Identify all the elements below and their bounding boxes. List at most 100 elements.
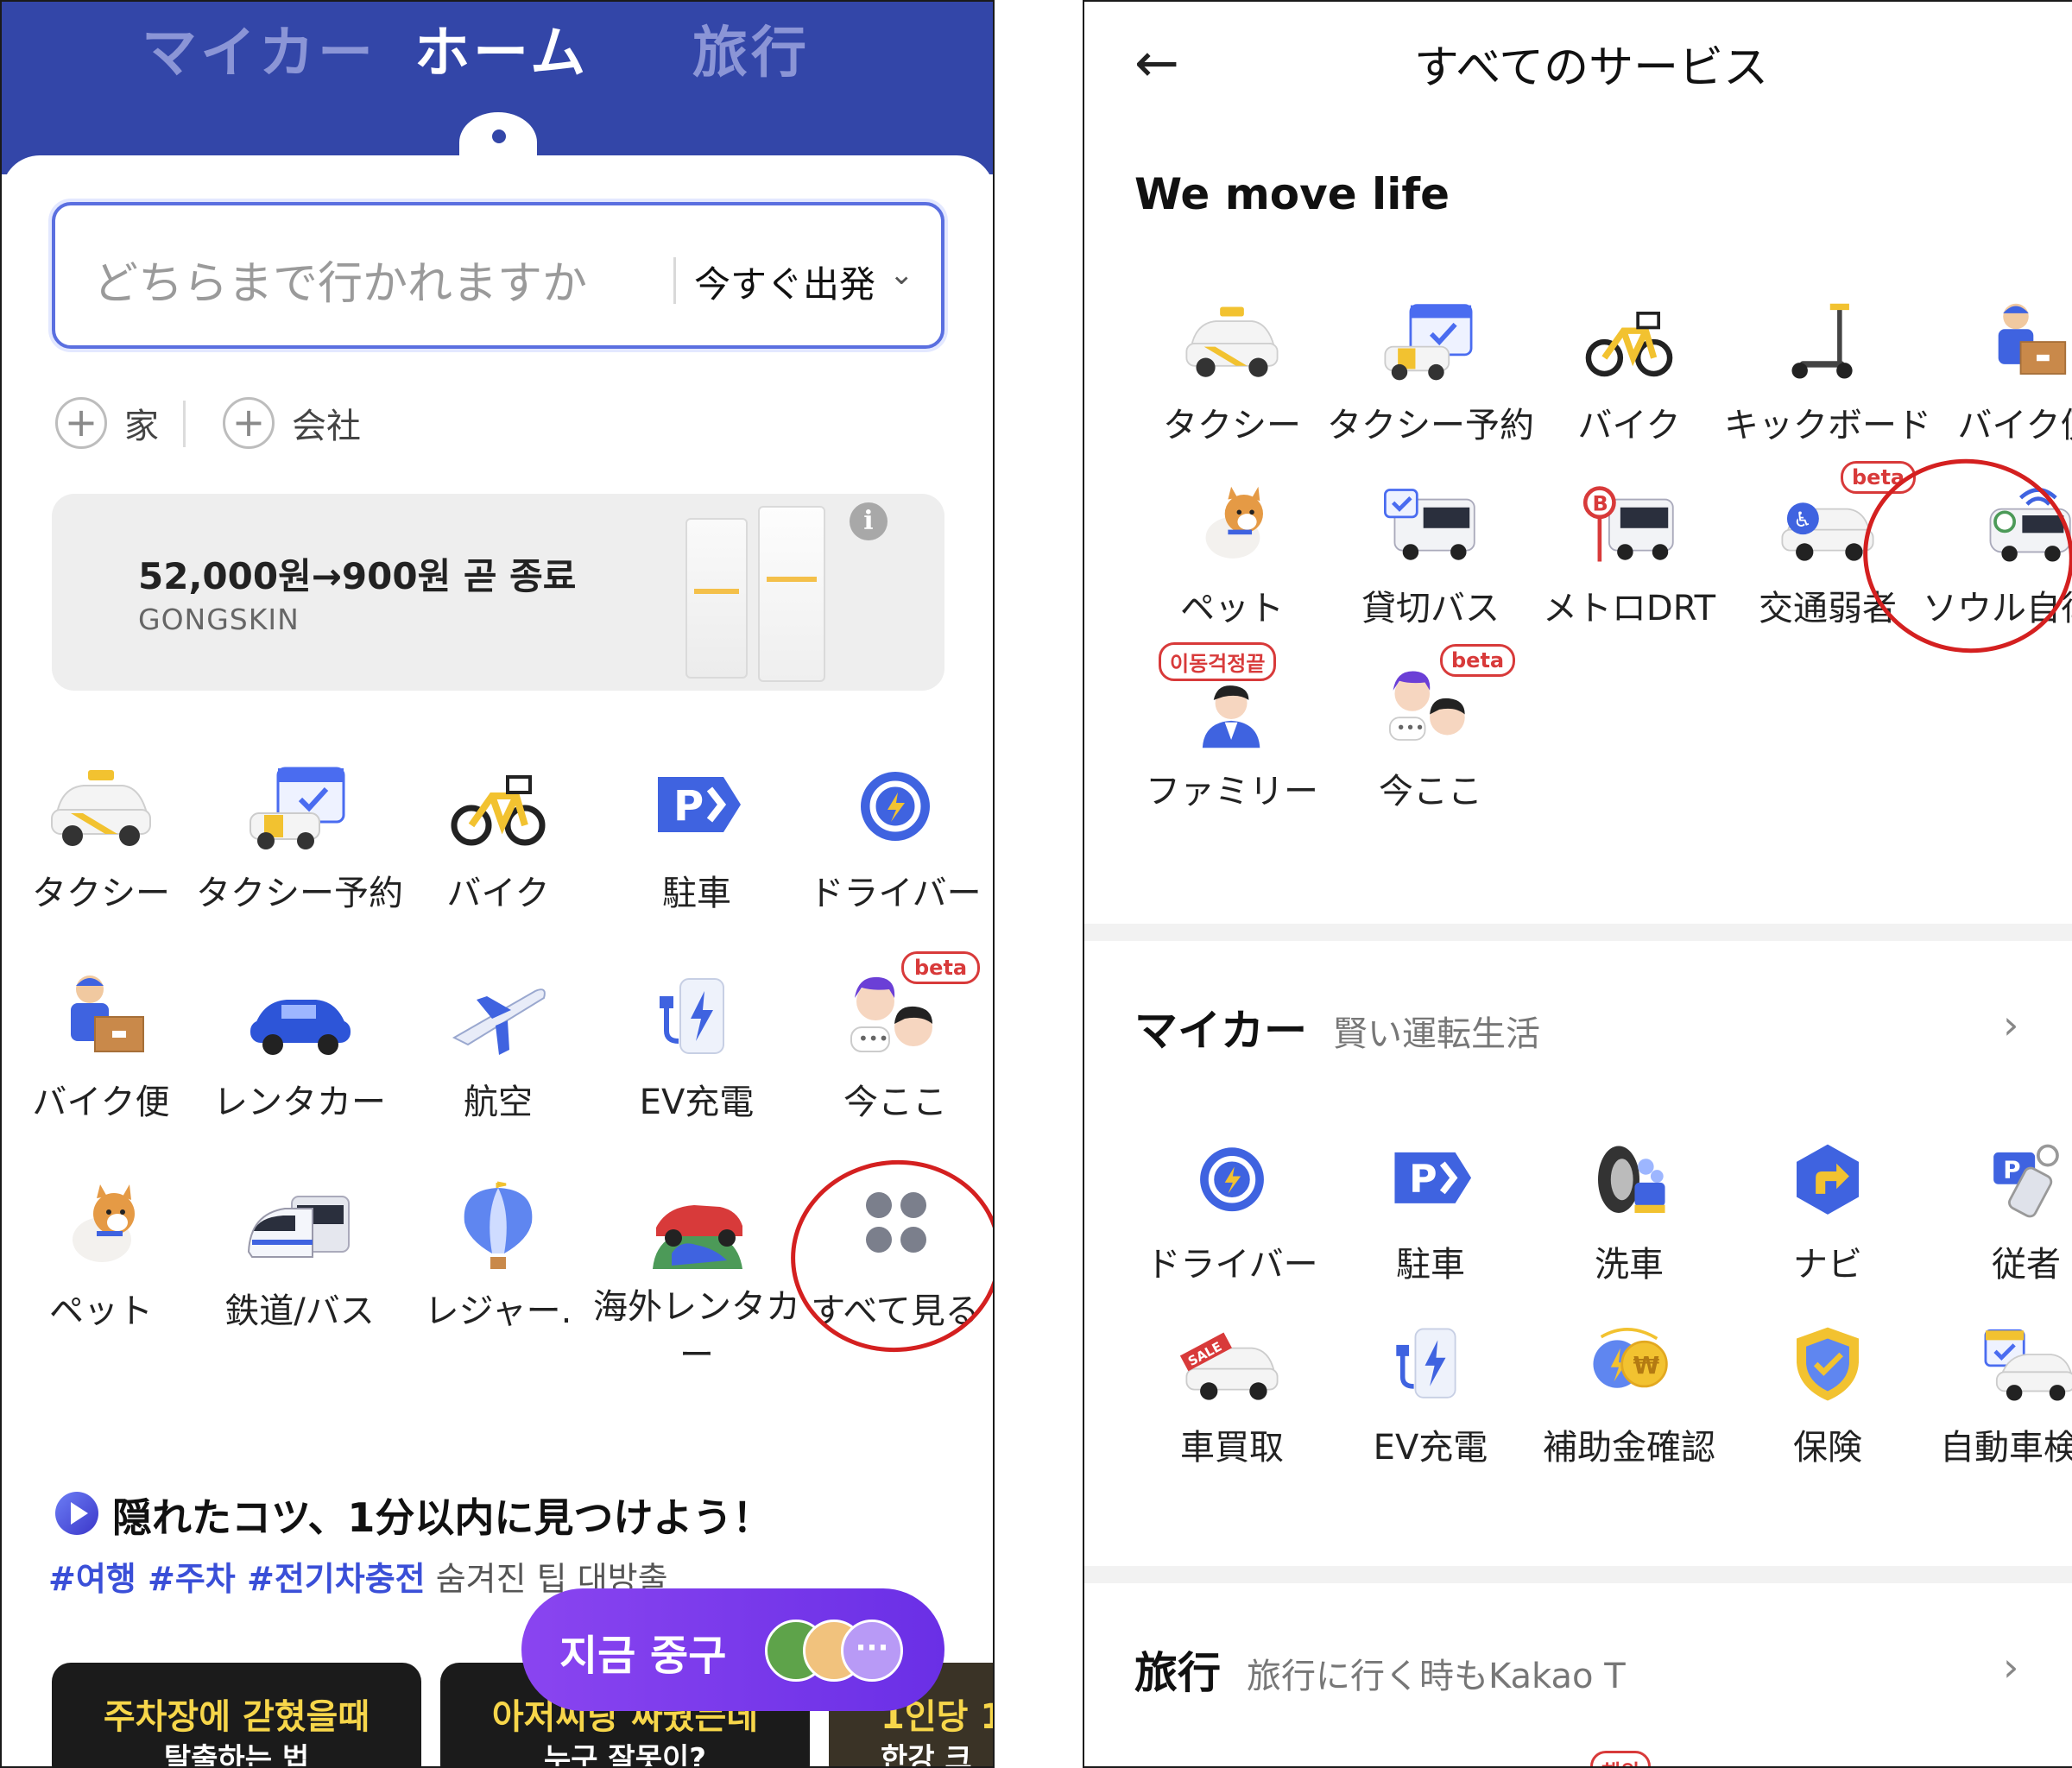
mycar-car-inspection[interactable]: 自動車検査 (1927, 1317, 2072, 1490)
beta-badge: beta (1440, 644, 1516, 677)
service-label: バイク便 (1957, 406, 2072, 445)
service-taxi[interactable]: タクシー (1133, 295, 1331, 468)
taxi-reservation-icon (250, 767, 345, 849)
overseas-badge: 해외 (1590, 1751, 1652, 1766)
service-charter-bus[interactable]: 貸切バス (1331, 478, 1530, 651)
fab-label: 지금 중구 (559, 1632, 727, 1680)
svg-text:P: P (2003, 1155, 2020, 1184)
service-kickboard[interactable]: キックボード (1724, 295, 1931, 468)
search-divider (673, 257, 676, 304)
driver-icon (1200, 1147, 1264, 1212)
destination-search-box[interactable]: どちらまで行かれますか 今すぐ出発 ⌄ (52, 202, 944, 349)
service-taxi-reservation[interactable]: タクシー予約 (1327, 295, 1534, 468)
pet-icon (1205, 486, 1263, 559)
service-parking[interactable]: P 駐車 (597, 761, 796, 934)
bike-icon (1585, 312, 1673, 377)
service-airplane[interactable]: 航空 (399, 970, 597, 1143)
service-bike-courier[interactable]: バイク便 (2, 970, 200, 1143)
leisure-balloon-icon (464, 1181, 533, 1269)
overseas-rental-icon (653, 1205, 742, 1269)
navi-icon (1797, 1144, 1859, 1215)
section-subtitle: 旅行に行く時もKakao T (1247, 1657, 1626, 1696)
family-badge: 이동걱정끝 (1159, 642, 1277, 681)
service-label: 自動車検査 (1940, 1428, 2072, 1468)
mycar-section-header[interactable]: マイカー 賢い運転生活 (1134, 996, 1540, 1057)
section-divider (1084, 1566, 2072, 1583)
shortcut-office[interactable]: + 会社 (223, 392, 361, 454)
bike-courier-icon (71, 976, 144, 1052)
depart-time-selector[interactable]: 今すぐ出発 (694, 256, 875, 308)
car-sale-icon: SALE (1180, 1332, 1279, 1400)
bike-icon (451, 775, 546, 846)
mycar-navi[interactable]: ナビ (1728, 1134, 1927, 1307)
valet-icon: P (1993, 1144, 2059, 1218)
tab-home[interactable]: ホーム (414, 9, 589, 88)
service-now-here[interactable]: ••• beta 今ここ (796, 951, 993, 1143)
svg-text:•••: ••• (1396, 720, 1424, 738)
service-driver[interactable]: ドライバー (796, 761, 993, 934)
svg-text:•••: ••• (858, 1028, 888, 1049)
driver-icon (861, 772, 930, 841)
mycar-driver[interactable]: ドライバー (1133, 1134, 1331, 1307)
ad-banner[interactable]: 52,000원→900원 곧 종료 GONGSKIN i (52, 494, 944, 691)
service-bike-courier[interactable]: バイク便 (1927, 295, 2072, 468)
info-icon[interactable]: i (850, 502, 888, 540)
service-now-here[interactable]: ••• beta 今ここ (1331, 644, 1530, 834)
subsidy-icon: ₩ (1593, 1328, 1668, 1388)
product-image (685, 518, 748, 679)
all-services-panel: ← すべてのサービス We move life タクシー タクシー予約 バイク … (1083, 0, 2072, 1768)
section-heading: 旅行 (1134, 1648, 1221, 1698)
service-family[interactable]: 이동걱정끝 ファミリー (1133, 642, 1331, 834)
chevron-right-icon[interactable]: › (2003, 1001, 2018, 1048)
service-train-bus[interactable]: 鉄道/バス (200, 1179, 399, 1352)
service-taxi[interactable]: タクシー (2, 761, 200, 934)
car-wash-icon (1598, 1146, 1665, 1213)
service-bike[interactable]: バイク (399, 761, 597, 934)
mycar-parking[interactable]: P 駐車 (1331, 1134, 1530, 1307)
plus-icon: + (55, 397, 107, 449)
svg-text:B: B (1593, 491, 1608, 515)
video-thumbnail[interactable]: 주차장에 갇혔을때 탈출하는 법 (52, 1663, 421, 1766)
now-nearby-floating-button[interactable]: 지금 중구 ··· (521, 1588, 944, 1711)
pet-icon (73, 1184, 135, 1262)
service-label: 従者 (1992, 1245, 2061, 1285)
product-image (758, 506, 825, 682)
mycar-car-sale[interactable]: SALE 車買取 (1133, 1317, 1331, 1490)
service-leisure[interactable]: レジャー. (399, 1179, 597, 1352)
service-overseas-rental[interactable]: 海外レンタカー (593, 1179, 800, 1375)
mycar-subsidy[interactable]: ₩ 補助金確認 (1530, 1317, 1728, 1490)
thumbnail-caption: 한강 크 (881, 1742, 972, 1768)
ev-charging-icon (660, 978, 724, 1054)
mycar-insurance[interactable]: 保険 (1728, 1317, 1927, 1490)
tab-travel[interactable]: 旅行 (692, 9, 810, 88)
thumbnail-caption: 누구 잘못이? (544, 1742, 706, 1768)
service-bike[interactable]: バイク (1530, 295, 1728, 468)
tab-mycar[interactable]: マイカー (142, 9, 376, 88)
chevron-down-icon[interactable]: ⌄ (889, 257, 914, 292)
shortcut-home[interactable]: + 家 (55, 392, 159, 454)
taxi-icon (1185, 306, 1279, 377)
service-metro-drt[interactable]: B メトロDRT (1530, 478, 1728, 651)
tip-title[interactable]: 隠れたコツ、1分以内に見つけよう！ (112, 1487, 772, 1544)
mycar-valet[interactable]: P 従者 (1927, 1134, 2072, 1307)
svg-text:P: P (673, 782, 704, 830)
plus-icon: + (223, 397, 275, 449)
shortcut-label: 家 (124, 407, 159, 446)
thumbnail-caption: 주차장에 갇혔을때 (103, 1697, 370, 1737)
taxi-reservation-icon (1384, 304, 1473, 381)
chevron-right-icon[interactable]: › (2003, 1644, 2018, 1690)
search-input[interactable]: どちらまで行かれますか (93, 247, 587, 312)
service-pet[interactable]: ペット (1133, 478, 1331, 651)
section-heading: マイカー (1134, 1006, 1307, 1056)
kickboard-icon (1791, 303, 1853, 379)
mycar-car-wash[interactable]: 洗車 (1530, 1134, 1728, 1307)
service-taxi-reservation[interactable]: タクシー予約 (196, 761, 403, 934)
car-inspection-icon (1984, 1329, 2072, 1401)
service-ev-charging[interactable]: EV充電 (597, 970, 796, 1143)
service-rental-car[interactable]: レンタカー (200, 970, 399, 1143)
bike-courier-icon (1998, 303, 2067, 375)
parking-icon: P (658, 777, 741, 832)
service-pet[interactable]: ペット (2, 1179, 200, 1352)
travel-section-header[interactable]: 旅行 旅行に行く時もKakao T (1134, 1639, 1626, 1699)
mycar-ev-charging[interactable]: EV充電 (1331, 1317, 1530, 1490)
